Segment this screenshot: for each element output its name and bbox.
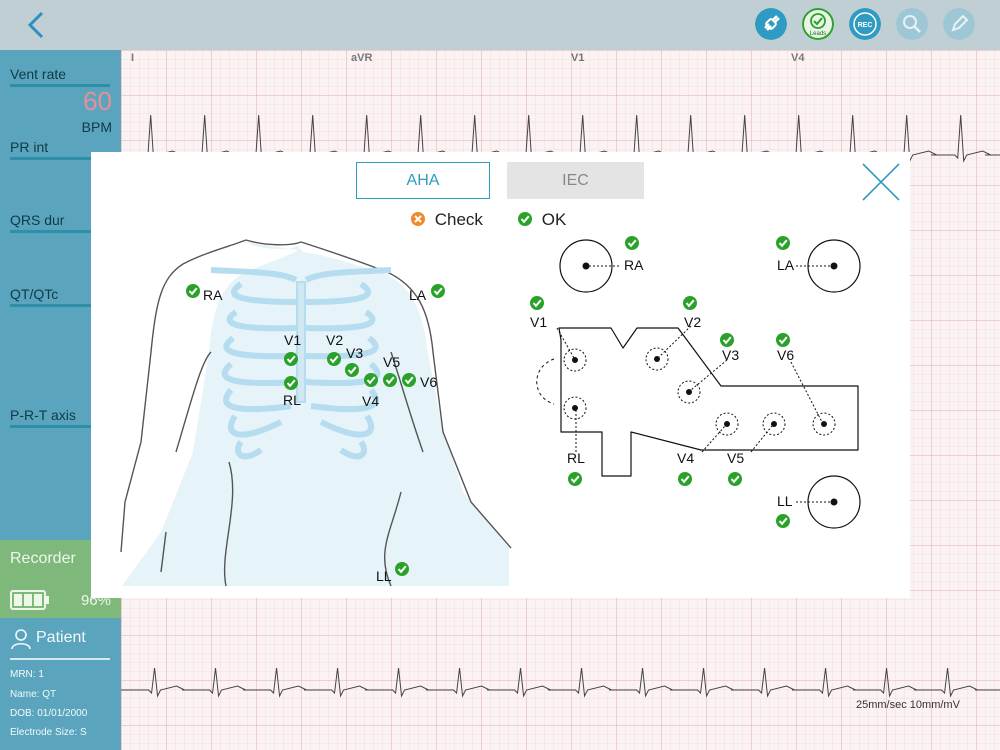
lead-label-v4: V4 <box>791 52 805 64</box>
pad-label-ra: RA <box>624 257 644 273</box>
mrn-text: MRN: 1 <box>10 669 44 680</box>
pad-label-v6: V6 <box>777 347 794 363</box>
svg-text:REC: REC <box>858 22 873 29</box>
ok-icon-pad-v2 <box>682 295 698 311</box>
person-icon <box>11 629 31 650</box>
svg-text:Leads: Leads <box>810 31 826 37</box>
pad-label-v4: V4 <box>677 450 694 466</box>
ok-icon-pad-ll <box>775 513 791 529</box>
ok-icon-body-v4 <box>363 372 379 388</box>
body-label-ll: LL <box>376 568 392 584</box>
name-text: Name: QT <box>10 689 57 700</box>
ok-icon-pad-la <box>775 235 791 251</box>
edit-icon[interactable] <box>943 8 975 40</box>
pad-label-la: LA <box>777 257 795 273</box>
qrs-dur-label: QRS dur <box>10 212 65 228</box>
ok-icon-body-v6 <box>401 372 417 388</box>
ok-icon-body-rl <box>283 375 299 391</box>
patient-label: Patient <box>36 629 86 646</box>
pr-int-label: PR int <box>10 139 49 155</box>
pad-label-v2: V2 <box>684 314 701 330</box>
legend-check-label: Check <box>434 210 483 229</box>
body-label-v1: V1 <box>284 332 301 348</box>
ok-icon-body-ll <box>394 561 410 577</box>
speed-gain-text: 25mm/sec 10mm/mV <box>856 699 960 711</box>
pad-label-v1: V1 <box>530 314 547 330</box>
ok-icon-pad-v5 <box>727 471 743 487</box>
tab-aha[interactable]: AHA <box>356 162 490 199</box>
battery-icon <box>10 590 49 610</box>
pad-label-v5: V5 <box>727 450 744 466</box>
lead-placement-dialog: RA LA V1 V2 V3 V5 V6 RL V4 LL RA LA V1 V… <box>91 152 910 598</box>
vent-rate-label: Vent rate <box>10 66 67 82</box>
body-label-v6: V6 <box>420 374 437 390</box>
lead-label-i: I <box>131 52 135 64</box>
close-icon[interactable] <box>859 160 903 204</box>
lead-placement-diagram: RA LA V1 V2 V3 V5 V6 RL V4 LL RA LA V1 V… <box>120 235 861 587</box>
record-icon[interactable]: REC <box>849 8 881 40</box>
legend-ok: OK <box>517 210 566 230</box>
vent-rate-unit: BPM <box>81 119 112 135</box>
ok-icon-pad-rl <box>567 471 583 487</box>
chevron-left-icon[interactable] <box>22 8 52 42</box>
legend-ok-label: OK <box>541 210 567 229</box>
ok-icon-pad-v3 <box>719 332 735 348</box>
legend-check: Check <box>410 210 483 230</box>
ok-icon-pad-v1 <box>529 295 545 311</box>
divider <box>10 658 110 660</box>
ok-icon-pad-ra <box>624 235 640 251</box>
torso-figure <box>120 239 512 587</box>
body-label-rl: RL <box>283 392 301 408</box>
qt-qtc-label: QT/QTc <box>10 286 59 302</box>
prt-axis-label: P-R-T axis <box>10 407 76 423</box>
body-label-v3: V3 <box>346 345 363 361</box>
disconnect-icon[interactable] <box>755 8 787 40</box>
ok-icon-body-v3 <box>344 362 360 378</box>
electrode-size-text: Electrode Size: S <box>10 727 87 738</box>
leads-icon[interactable]: Leads <box>802 8 834 40</box>
dob-text: DOB: 01/01/2000 <box>10 708 88 719</box>
zoom-icon[interactable] <box>896 8 928 40</box>
pad-label-v3: V3 <box>722 347 739 363</box>
patient-panel[interactable]: Patient MRN: 1 Name: QT DOB: 01/01/2000 … <box>0 618 121 750</box>
ok-icon-pad-v4 <box>677 471 693 487</box>
lead-label-v1: V1 <box>571 52 585 64</box>
ok-icon-pad-v6 <box>775 332 791 348</box>
ok-icon-body-v5 <box>382 372 398 388</box>
electrode-pad-diagram <box>536 239 861 529</box>
lead-label-avr: aVR <box>351 52 373 64</box>
ok-icon-body-v2 <box>326 351 342 367</box>
vent-rate-value: 60 <box>83 86 112 116</box>
body-label-la: LA <box>409 287 427 303</box>
ok-icon-body-ra <box>185 283 201 299</box>
pad-label-rl: RL <box>567 450 585 466</box>
tab-iec[interactable]: IEC <box>507 162 644 199</box>
ok-check-icon <box>518 212 532 226</box>
body-label-v2: V2 <box>326 332 343 348</box>
check-warning-icon <box>411 212 425 226</box>
body-label-v5: V5 <box>383 354 400 370</box>
top-bar: Leads REC <box>0 0 1000 50</box>
ok-icon-body-v1 <box>283 351 299 367</box>
body-label-ra: RA <box>203 287 223 303</box>
body-label-v4: V4 <box>362 393 379 409</box>
recorder-label: Recorder <box>10 550 76 567</box>
pad-label-ll: LL <box>777 493 793 509</box>
ok-icon-body-la <box>430 283 446 299</box>
